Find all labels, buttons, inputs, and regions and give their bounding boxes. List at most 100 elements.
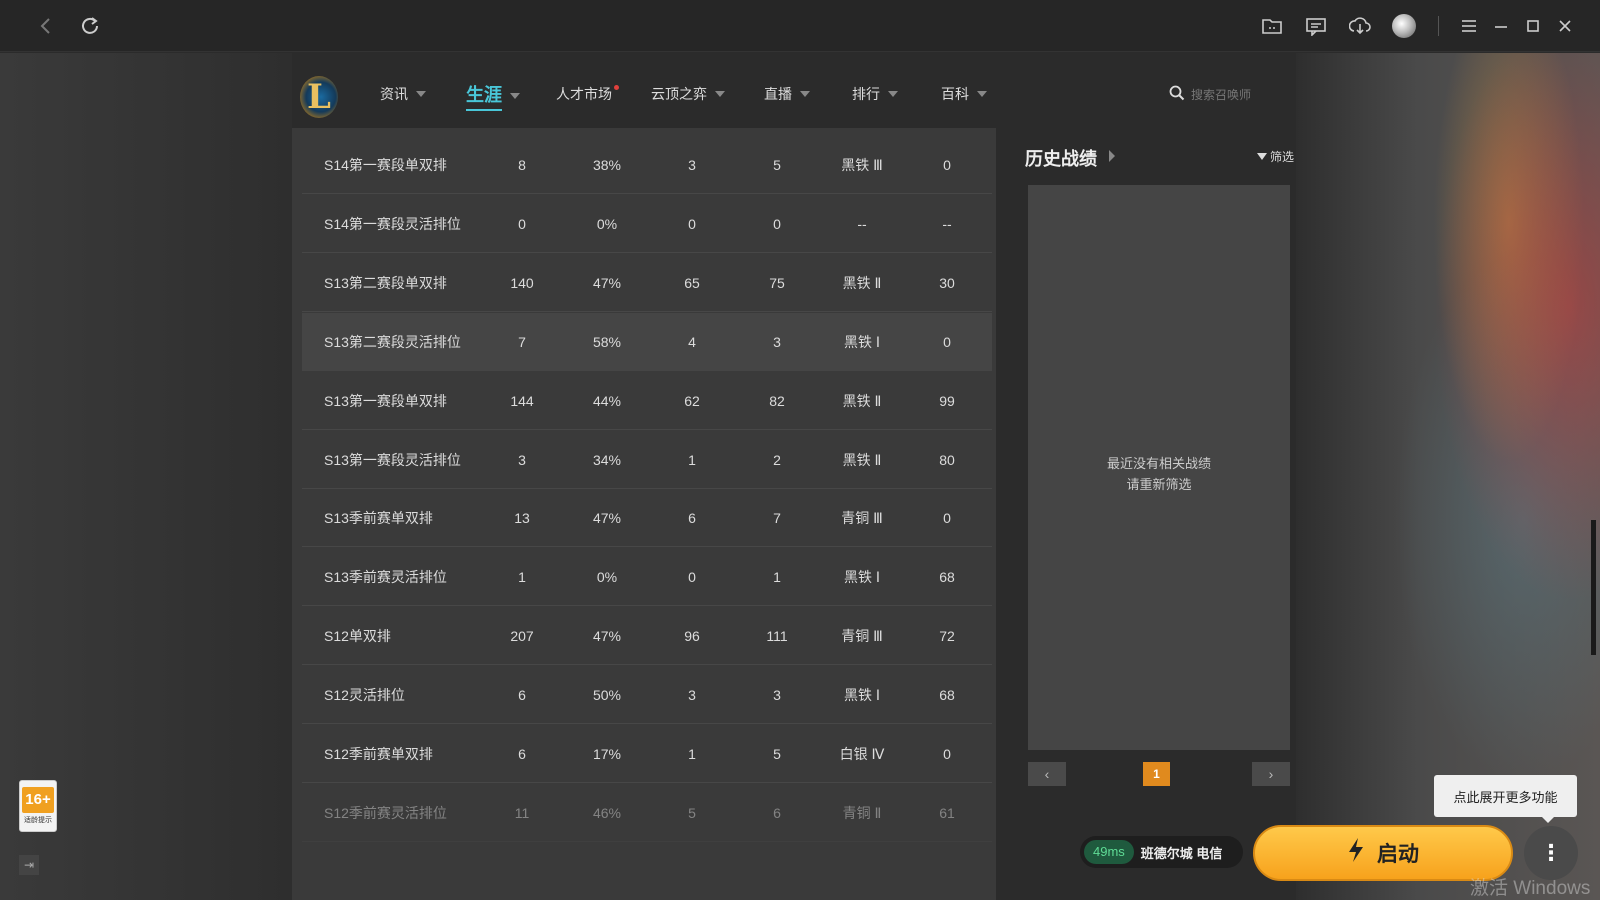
nav-item-ranking[interactable]: 排行 <box>852 84 898 104</box>
losses: 6 <box>773 804 781 821</box>
prev-page-button[interactable]: ‹ <box>1028 762 1066 786</box>
table-row[interactable]: S13季前赛灵活排位 1 0% 0 1 黑铁 Ⅰ 68 <box>302 548 992 607</box>
chevron-right-icon[interactable] <box>1109 150 1115 162</box>
windows-activation-watermark: 激活 Windows <box>1470 878 1591 899</box>
wins: 3 <box>688 687 696 704</box>
nav-item-news[interactable]: 资讯 <box>380 84 426 104</box>
wins: 3 <box>688 157 696 173</box>
rank: 黑铁 Ⅱ <box>842 392 882 409</box>
table-row[interactable]: S14第一赛段灵活排位 0 0% 0 0 -- -- <box>302 195 992 253</box>
win-rate: 46% <box>592 804 622 821</box>
league-points: 0 <box>943 746 951 762</box>
nav-item-talent-market[interactable]: 人才市场 <box>556 84 619 104</box>
win-rate: 44% <box>592 392 622 409</box>
lol-logo[interactable]: L <box>300 76 338 118</box>
losses: 0 <box>773 215 781 232</box>
losses: 2 <box>773 451 781 468</box>
nav-item-wiki[interactable]: 百科 <box>941 84 987 104</box>
games: 3 <box>518 451 526 468</box>
empty-line: 请重新筛选 <box>1126 477 1192 492</box>
league-points: 0 <box>943 157 951 173</box>
nav-item-tft[interactable]: 云顶之弈 <box>651 84 725 104</box>
losses: 3 <box>773 333 781 350</box>
rank: 黑铁 Ⅱ <box>842 451 882 468</box>
table-row[interactable]: S13第一赛段灵活排位 3 34% 1 2 黑铁 Ⅱ 80 <box>302 431 992 489</box>
refresh-icon[interactable] <box>76 12 104 40</box>
age-rating-label: 适龄提示 <box>24 817 52 824</box>
losses: 7 <box>773 510 781 527</box>
table-row[interactable]: S12灵活排位 6 50% 3 3 黑铁 Ⅰ 68 <box>302 666 992 725</box>
folder-icon[interactable] <box>1258 12 1286 40</box>
table-row[interactable]: S13第二赛段灵活排位 7 58% 4 3 黑铁 Ⅰ0 <box>302 312 992 371</box>
page-number-current[interactable]: 1 <box>1143 762 1170 786</box>
history-list: 最近没有相关战绩 请重新筛选 <box>1028 185 1290 750</box>
win-rate: 47% <box>592 510 622 527</box>
rank: -- <box>857 215 867 232</box>
losses: 5 <box>773 746 781 762</box>
games: 140 <box>510 274 534 291</box>
minimize-icon[interactable] <box>1487 12 1515 40</box>
league-points: 68 <box>939 569 955 586</box>
table-row[interactable]: S14第一赛段单双排 8 38% 3 5 黑铁 Ⅲ0 <box>302 136 992 194</box>
ping-badge: 49ms <box>1084 840 1134 864</box>
games: 13 <box>514 510 530 527</box>
table-row[interactable]: S12季前赛灵活排位 11 46% 5 6 青铜 Ⅱ 61 <box>302 784 992 842</box>
games: 207 <box>510 628 534 645</box>
wins: 62 <box>684 392 700 409</box>
table-row[interactable]: S12季前赛单双排 6 17% 1 5 白银 Ⅳ0 <box>302 725 992 783</box>
window-titlebar <box>0 0 1600 52</box>
server-status[interactable]: 49ms 班德尔城 电信 <box>1080 836 1243 868</box>
more-options-button[interactable]: ⋮ <box>1524 826 1578 880</box>
close-icon[interactable] <box>1551 12 1579 40</box>
win-rate: 50% <box>592 687 622 704</box>
losses: 5 <box>773 157 781 173</box>
expand-sidebar-icon[interactable]: ⇥ <box>19 855 39 875</box>
table-row[interactable]: S13第二赛段单双排 140 47% 65 75 黑铁 Ⅱ 30 <box>302 254 992 312</box>
rank: 黑铁 Ⅱ <box>842 274 882 291</box>
maximize-icon[interactable] <box>1519 12 1547 40</box>
filter-icon <box>1257 153 1267 160</box>
page-scrollbar[interactable] <box>1591 520 1596 655</box>
avatar[interactable] <box>1390 12 1418 40</box>
chevron-down-icon <box>800 91 810 97</box>
table-row[interactable]: S12单双排 207 47% 96 111 青铜 Ⅲ 72 <box>302 607 992 666</box>
league-points: 0 <box>943 333 951 350</box>
wins: 1 <box>688 746 696 762</box>
table-row[interactable]: S13季前赛单双排 13 47% 6 7 青铜 Ⅲ0 <box>302 489 992 548</box>
nav-label: 百科 <box>941 86 969 102</box>
games: 7 <box>518 333 526 350</box>
left-background <box>0 53 292 900</box>
nav-label: 云顶之弈 <box>651 86 707 102</box>
search-input[interactable] <box>1191 88 1281 102</box>
win-rate: 47% <box>592 274 622 291</box>
history-title[interactable]: 历史战绩 <box>1025 145 1097 171</box>
menu-icon[interactable] <box>1455 12 1483 40</box>
table-row[interactable]: S13第一赛段单双排 144 44% 62 82 黑铁 Ⅱ 99 <box>302 372 992 430</box>
games: 0 <box>518 215 526 232</box>
games: 1 <box>518 569 526 586</box>
league-points: 80 <box>939 451 955 468</box>
download-icon[interactable] <box>1346 12 1374 40</box>
wins: 6 <box>688 510 696 527</box>
losses: 111 <box>766 628 788 645</box>
age-rating-badge: 16+ 适龄提示 <box>19 780 57 832</box>
wins: 5 <box>688 804 696 821</box>
more-features-tooltip: 点此展开更多功能 <box>1434 775 1577 823</box>
message-icon[interactable] <box>1302 12 1330 40</box>
losses: 3 <box>773 687 781 704</box>
chevron-down-icon <box>888 91 898 97</box>
nav-item-live[interactable]: 直播 <box>764 84 810 104</box>
history-empty-message: 最近没有相关战绩 请重新筛选 <box>1028 453 1290 495</box>
nav-label: 排行 <box>852 86 880 102</box>
win-rate: 0% <box>596 215 618 232</box>
filter-button[interactable]: 筛选 <box>1257 148 1294 165</box>
next-page-button[interactable]: › <box>1252 762 1290 786</box>
search-icon <box>1169 85 1185 106</box>
win-rate: 38% <box>592 157 622 173</box>
games: 6 <box>518 687 526 704</box>
nav-item-career[interactable]: 生涯 <box>466 81 520 111</box>
losses: 82 <box>769 392 785 409</box>
divider <box>1438 16 1439 36</box>
back-icon[interactable] <box>32 12 60 40</box>
losses: 1 <box>773 569 781 586</box>
